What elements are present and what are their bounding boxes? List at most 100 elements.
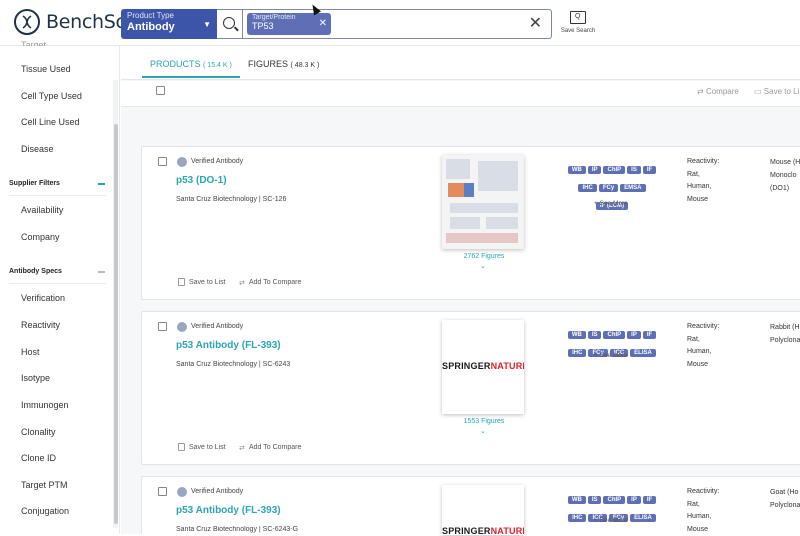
sidebar-item-tissue-used[interactable]: Tissue Used — [21, 64, 71, 74]
reactivity-value: Human, — [687, 346, 719, 359]
sidebar-item-availability[interactable]: Availability — [21, 205, 63, 215]
sidebar-item-immunogen[interactable]: Immunogen — [21, 400, 69, 410]
reactivity-label: Reactivity: — [687, 486, 719, 499]
antibody-collapse-icon[interactable] — [98, 271, 105, 273]
product-card[interactable]: Verified Antibody p53 Antibody (FL-393) … — [141, 476, 800, 534]
see-more-link[interactable]: + See More — [594, 517, 628, 524]
product-title[interactable]: p53 (DO-1) — [176, 175, 227, 186]
see-more-link[interactable]: + See More — [594, 200, 628, 207]
technique-tag: ChIP — [603, 331, 625, 339]
sidebar-item-verification[interactable]: Verification — [21, 293, 65, 303]
sidebar-item-clone-id[interactable]: Clone ID — [21, 453, 56, 463]
chevron-down-icon[interactable]: ⌄ — [480, 262, 486, 270]
reactivity-value: Rat, — [687, 334, 719, 347]
figures-count-link[interactable]: 1553 Figures — [442, 418, 526, 425]
reactivity-label: Reactivity: — [687, 156, 719, 169]
chevron-down-icon[interactable]: ⌄ — [480, 427, 486, 435]
sidebar-item-isotype[interactable]: Isotype — [21, 373, 50, 383]
sidebar-item-company[interactable]: Company — [21, 232, 60, 242]
sidebar-item-disease[interactable]: Disease — [21, 144, 54, 154]
antibody-specs-heading[interactable]: Antibody Specs — [9, 268, 62, 275]
publisher-name-a: SPRINGER — [442, 361, 491, 371]
divider — [9, 195, 106, 196]
supplier-filters-heading[interactable]: Supplier Filters — [9, 180, 60, 187]
tab-figures[interactable]: FIGURES ( 48.3 K ) — [248, 59, 319, 69]
technique-tag: EMSA — [620, 184, 645, 192]
add-to-compare-link[interactable]: Add To Compare — [249, 279, 301, 286]
product-checkbox[interactable] — [158, 487, 167, 496]
clonality-value: Monoclo — [770, 169, 800, 182]
technique-tag: IF — [643, 496, 656, 504]
save-search-button[interactable]: Q Save Search — [560, 11, 596, 34]
sidebar-item-cell-line-used[interactable]: Cell Line Used — [21, 117, 80, 127]
sidebar-scrollbar[interactable] — [114, 124, 118, 524]
product-checkbox[interactable] — [158, 157, 167, 166]
verified-label: Verified Antibody — [191, 158, 243, 165]
tab-figures-count: ( 48.3 K ) — [291, 62, 320, 69]
target-protein-chip[interactable]: Target/Protein TP53 ✕ — [247, 13, 331, 35]
figures-count-link[interactable]: 2762 Figures — [442, 253, 526, 260]
save-to-list-link[interactable]: Save to List — [189, 444, 226, 451]
reactivity-block: Reactivity: Rat, Human, Mouse — [687, 486, 719, 536]
clone-value: (DO1) — [770, 182, 800, 195]
chip-label: Target/Protein — [252, 14, 326, 21]
figure-thumbnail[interactable] — [442, 155, 524, 249]
compare-arrows-icon: ⇄ — [239, 279, 245, 287]
add-to-compare-link[interactable]: Add To Compare — [249, 444, 301, 451]
technique-tag: ELISA — [630, 349, 656, 357]
chip-remove-icon[interactable]: ✕ — [319, 18, 327, 29]
supplier-collapse-icon[interactable] — [98, 183, 105, 185]
reactivity-value: Mouse — [687, 524, 719, 536]
technique-tag: IS — [588, 496, 602, 504]
figure-thumbnail[interactable]: SPRINGERNATURE — [442, 320, 524, 414]
active-tab-indicator — [142, 76, 240, 78]
compare-arrows-icon: ⇄ — [239, 444, 245, 452]
verified-badge-icon — [177, 487, 187, 497]
clear-search-icon[interactable]: ✕ — [529, 13, 542, 33]
select-all-checkbox[interactable] — [156, 86, 165, 95]
save-to-list-button[interactable]: ▭ Save to Li — [754, 87, 799, 96]
tab-products[interactable]: PRODUCTS ( 15.4 K ) — [150, 59, 232, 69]
host-block: Rabbit (H Polyclona — [770, 321, 800, 347]
technique-tag: ChIP — [603, 496, 625, 504]
sidebar-item-host[interactable]: Host — [21, 347, 40, 357]
see-more-link[interactable]: + See More — [594, 352, 628, 359]
save-label: Save to Li — [764, 87, 800, 96]
chevron-down-icon: ▼ — [203, 20, 211, 29]
sidebar-item-target-ptm[interactable]: Target PTM — [21, 480, 68, 490]
product-vendor: Santa Cruz Biotechnology | SC-6243-G — [176, 526, 298, 534]
product-title[interactable]: p53 Antibody (FL-393) — [176, 505, 281, 516]
product-title[interactable]: p53 Antibody (FL-393) — [176, 340, 281, 351]
product-card[interactable]: Verified Antibody p53 Antibody (FL-393) … — [141, 311, 800, 465]
product-checkbox[interactable] — [158, 322, 167, 331]
reactivity-value: Rat, — [687, 169, 719, 182]
tab-products-label: PRODUCTS — [150, 59, 201, 69]
save-list-icon — [178, 278, 185, 286]
sidebar-item-cell-type-used[interactable]: Cell Type Used — [21, 91, 82, 101]
product-card[interactable]: Verified Antibody p53 (DO-1) Santa Cruz … — [141, 146, 800, 300]
clonality-value: Polyclona — [770, 334, 800, 347]
technique-tag: IF — [643, 166, 656, 174]
save-search-label: Save Search — [560, 28, 596, 34]
product-type-dropdown[interactable]: Product Type Antibody ▼ — [121, 9, 217, 39]
technique-tag: IHC — [568, 514, 586, 522]
sidebar-item-reactivity[interactable]: Reactivity — [21, 320, 60, 330]
verified-badge-icon — [177, 322, 187, 332]
sidebar-item-conjugation[interactable]: Conjugation — [21, 506, 69, 516]
compare-button[interactable]: ⇄ Compare — [697, 87, 739, 96]
technique-tag: ELISA — [630, 514, 656, 522]
search-icon[interactable] — [223, 17, 235, 29]
technique-tag: IP — [588, 166, 602, 174]
reactivity-block: Reactivity: Rat, Human, Mouse — [687, 156, 719, 206]
technique-tag: ChIP — [603, 166, 625, 174]
verified-label: Verified Antibody — [191, 323, 243, 330]
figure-thumbnail[interactable]: SPRINGERNATURE — [442, 485, 524, 535]
folder-search-icon: Q — [570, 11, 586, 24]
search-field[interactable]: Target/Protein TP53 ✕ ✕ — [217, 9, 552, 39]
save-to-list-link[interactable]: Save to List — [189, 279, 226, 286]
verified-label: Verified Antibody — [191, 488, 243, 495]
technique-tag: IS — [588, 331, 602, 339]
sidebar-item-clonality[interactable]: Clonality — [21, 427, 56, 437]
save-list-icon — [178, 443, 185, 451]
brand-logo[interactable]: BenchSci — [14, 9, 131, 35]
